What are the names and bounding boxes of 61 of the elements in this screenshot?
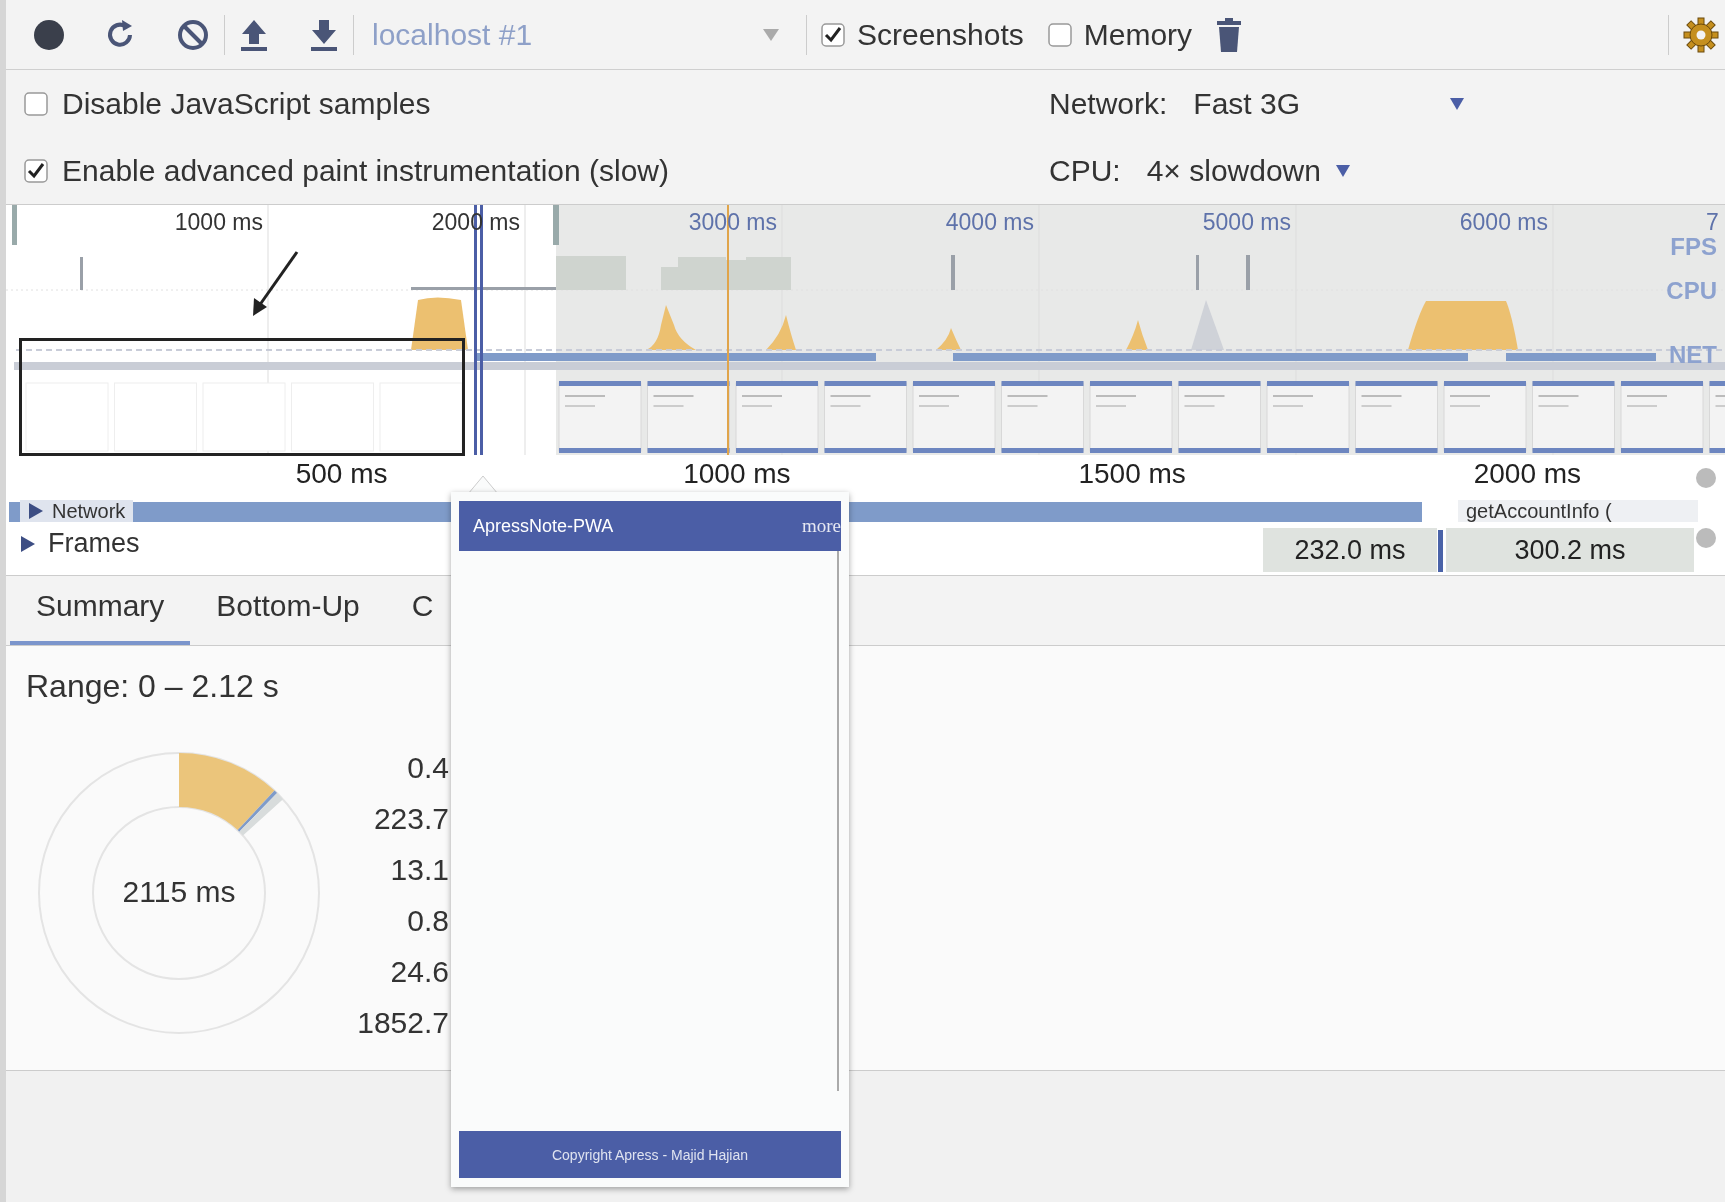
frame-marker bbox=[1438, 530, 1443, 572]
range-text: Range: 0 – 2.12 s bbox=[26, 668, 279, 705]
time-label: 1500 ms bbox=[1078, 459, 1186, 489]
time-tick: 4000 ms bbox=[945, 209, 1034, 236]
checkbox[interactable] bbox=[1047, 22, 1072, 47]
download-icon[interactable] bbox=[309, 17, 339, 52]
dropdown-arrow-icon bbox=[1449, 96, 1466, 111]
time-value: 1852.7 bbox=[356, 1005, 449, 1041]
cpu-peak bbox=[766, 315, 796, 350]
app-footer: Copyright Apress - Majid Hajian bbox=[459, 1131, 841, 1178]
throttle-label: Network: bbox=[1049, 86, 1168, 121]
selection-handle[interactable] bbox=[12, 205, 17, 245]
cpu-peak bbox=[1191, 300, 1224, 350]
menu-text: more bbox=[801, 515, 841, 537]
checkbox-label: Memory bbox=[1083, 17, 1193, 52]
cpu-peak bbox=[646, 305, 696, 350]
time-tick: 1000 ms bbox=[174, 209, 263, 236]
clear-icon[interactable] bbox=[176, 17, 210, 52]
dropdown-arrow-icon bbox=[762, 27, 780, 42]
total-time: 2115 ms bbox=[121, 875, 237, 909]
record-icon[interactable] bbox=[32, 17, 66, 52]
time-value: 24.6 bbox=[389, 954, 449, 990]
screenshot-thumbnail bbox=[1709, 381, 1725, 453]
time-tick: 6000 ms bbox=[1459, 209, 1548, 236]
track-label[interactable]: Frames bbox=[48, 528, 140, 559]
time-value: 13.1 bbox=[389, 852, 449, 888]
frame-block[interactable]: 232.0 ms bbox=[1263, 528, 1437, 572]
cpu-peak bbox=[411, 297, 468, 350]
time-value: 0.8 bbox=[406, 903, 449, 939]
settings-icon[interactable] bbox=[1683, 16, 1719, 53]
app-title: ApressNote-PWA bbox=[473, 515, 614, 537]
expand-triangle-icon[interactable] bbox=[28, 502, 44, 520]
time-tick: 5000 ms bbox=[1202, 209, 1291, 236]
time-value: 223.7 bbox=[372, 801, 449, 837]
time-label: 500 ms bbox=[295, 459, 388, 489]
throttle-label: CPU: bbox=[1049, 153, 1121, 188]
dropdown-arrow-icon bbox=[1334, 163, 1351, 178]
cpu-peak bbox=[936, 328, 961, 350]
track-label: CPU bbox=[1666, 277, 1717, 305]
checkbox[interactable] bbox=[821, 22, 845, 47]
checkbox-label: Screenshots bbox=[857, 17, 1024, 52]
network-request[interactable]: getAccountInfo ( bbox=[1458, 500, 1698, 522]
time-value: 0.4 bbox=[406, 750, 449, 786]
throttle-dropdown[interactable]: Fast 3G bbox=[1193, 86, 1466, 121]
track-label: NET bbox=[1669, 341, 1717, 369]
trash-icon[interactable] bbox=[1216, 17, 1243, 52]
cpu-peak bbox=[1126, 320, 1148, 350]
frame-block[interactable]: 300.2 ms bbox=[1446, 528, 1694, 572]
scroll-dot bbox=[1696, 528, 1716, 548]
checkbox[interactable] bbox=[24, 158, 48, 183]
expand-triangle-icon[interactable] bbox=[20, 534, 36, 553]
time-tick: 7 bbox=[1706, 209, 1719, 236]
checkbox[interactable] bbox=[24, 91, 48, 116]
time-label: 1000 ms bbox=[683, 459, 791, 489]
checkbox-label: Disable JavaScript samples bbox=[62, 86, 431, 121]
time-label: 2000 ms bbox=[1473, 459, 1582, 489]
tab[interactable]: Bottom-Up bbox=[190, 589, 386, 645]
track-label: FPS bbox=[1670, 233, 1717, 261]
selection-handle[interactable] bbox=[553, 205, 559, 245]
checkbox-label: Enable advanced paint instrumentation (slow) bbox=[62, 153, 670, 188]
throttle-dropdown[interactable]: 4× slowdown bbox=[1146, 153, 1351, 188]
